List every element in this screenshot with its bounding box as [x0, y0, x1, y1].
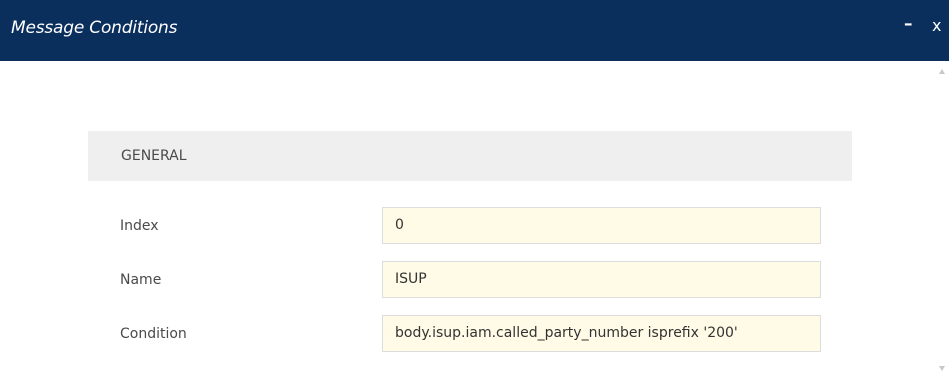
scroll-up-icon[interactable] — [939, 69, 945, 74]
section-title: GENERAL — [121, 148, 187, 164]
scroll-down-icon[interactable] — [939, 366, 945, 371]
condition-label: Condition — [120, 326, 187, 342]
name-label: Name — [120, 272, 162, 288]
index-field[interactable]: 0 — [382, 207, 821, 244]
vertical-scrollbar[interactable] — [937, 61, 949, 385]
close-icon[interactable]: x — [932, 16, 941, 35]
name-field[interactable]: ISUP — [382, 261, 821, 298]
minimize-icon[interactable]: – — [904, 14, 913, 34]
section-header-general: GENERAL — [88, 131, 852, 181]
index-label: Index — [120, 218, 159, 234]
condition-field[interactable]: body.isup.iam.called_party_number ispref… — [382, 315, 821, 352]
window-title: Message Conditions — [11, 18, 178, 38]
title-bar: Message Conditions – x — [0, 0, 949, 61]
